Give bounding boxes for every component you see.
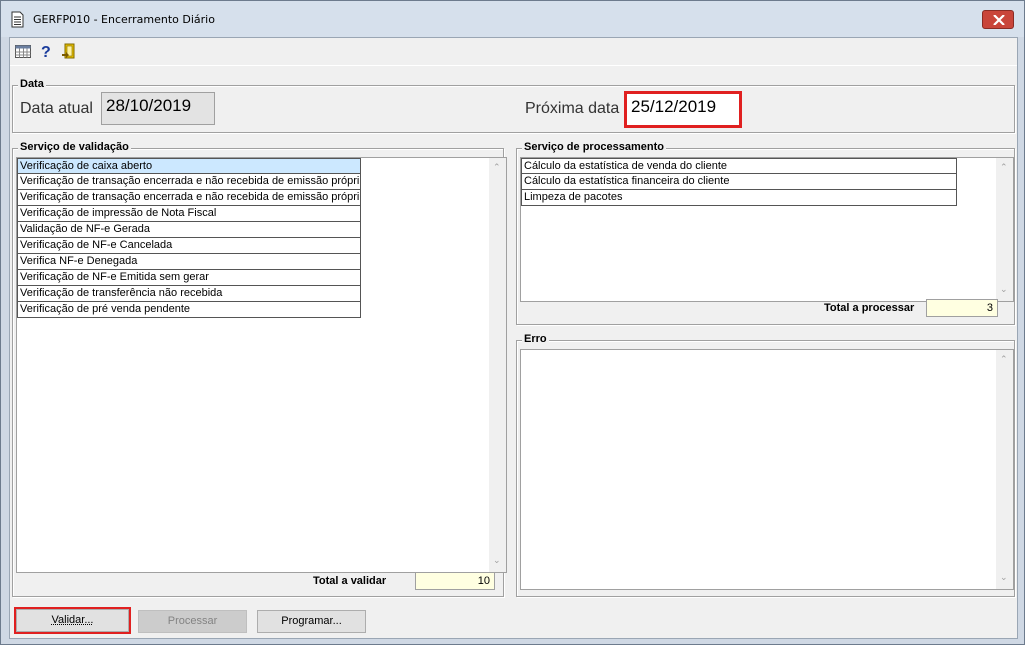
close-icon bbox=[993, 15, 1005, 25]
scroll-up-icon[interactable]: ⌃ bbox=[493, 162, 501, 173]
toolbar: ? bbox=[10, 38, 1017, 66]
scroll-up-icon[interactable]: ⌃ bbox=[1000, 354, 1008, 365]
processing-rows: Cálculo da estatística de venda do clien… bbox=[521, 158, 957, 206]
next-date-input[interactable]: 25/12/2019 bbox=[624, 91, 742, 128]
validar-button[interactable]: Validar... bbox=[14, 607, 131, 634]
help-icon[interactable]: ? bbox=[37, 42, 55, 60]
total-validate-label: Total a validar bbox=[313, 575, 387, 587]
validation-rows: Verificação de caixa aberto Verificação d… bbox=[17, 158, 361, 318]
list-item[interactable]: Verifica NF-e Denegada bbox=[17, 254, 361, 270]
current-date-label: Data atual bbox=[20, 100, 93, 117]
exit-door-icon[interactable] bbox=[60, 42, 78, 60]
list-item[interactable]: Verificação de NF-e Cancelada bbox=[17, 238, 361, 254]
processing-group-label: Serviço de processamento bbox=[522, 141, 667, 153]
scroll-up-icon[interactable]: ⌃ bbox=[1000, 162, 1008, 173]
list-item[interactable]: Verificação de NF-e Emitida sem gerar bbox=[17, 270, 361, 286]
error-textarea[interactable]: ⌃ ⌄ bbox=[520, 349, 1014, 590]
list-item[interactable]: Cálculo da estatística de venda do clien… bbox=[521, 158, 957, 174]
current-date-field: 28/10/2019 bbox=[101, 92, 215, 125]
window-title: GERFP010 - Encerramento Diário bbox=[33, 13, 215, 26]
list-item[interactable]: Verificação de impressão de Nota Fiscal bbox=[17, 206, 361, 222]
document-icon bbox=[11, 11, 24, 28]
client-area: ? Data Data atual 28/10/2019 Próxima dat… bbox=[9, 37, 1018, 639]
validation-group-label: Serviço de validação bbox=[18, 141, 131, 153]
total-validate-value: 10 bbox=[415, 572, 495, 590]
validar-button-label: Validar... bbox=[51, 614, 94, 626]
processing-scrollbar[interactable]: ⌃ ⌄ bbox=[996, 158, 1013, 301]
title-bar[interactable]: GERFP010 - Encerramento Diário bbox=[1, 1, 1024, 37]
list-item[interactable]: Verificação de transação encerrada e não… bbox=[17, 174, 361, 190]
programar-button[interactable]: Programar... bbox=[257, 610, 366, 633]
scroll-down-icon[interactable]: ⌄ bbox=[1000, 284, 1008, 295]
next-date-label: Próxima data bbox=[525, 100, 620, 117]
processar-button[interactable]: Processar bbox=[138, 610, 247, 633]
app-window: GERFP010 - Encerramento Diário ? Data Da… bbox=[0, 0, 1025, 645]
error-scrollbar[interactable]: ⌃ ⌄ bbox=[996, 350, 1013, 589]
scroll-down-icon[interactable]: ⌄ bbox=[1000, 572, 1008, 583]
error-group-label: Erro bbox=[522, 333, 549, 345]
list-item[interactable]: Validação de NF-e Gerada bbox=[17, 222, 361, 238]
list-item[interactable]: Verificação de caixa aberto bbox=[17, 158, 361, 174]
svg-text:?: ? bbox=[41, 44, 51, 60]
list-item[interactable]: Limpeza de pacotes bbox=[521, 190, 957, 206]
validation-scrollbar[interactable]: ⌃ ⌄ bbox=[489, 158, 506, 572]
total-process-value: 3 bbox=[926, 299, 998, 317]
list-item[interactable]: Verificação de pré venda pendente bbox=[17, 302, 361, 318]
list-item[interactable]: Verificação de transferência não recebid… bbox=[17, 286, 361, 302]
list-item[interactable]: Cálculo da estatística financeira do cli… bbox=[521, 174, 957, 190]
list-item[interactable]: Verificação de transação encerrada e não… bbox=[17, 190, 361, 206]
calendar-grid-icon[interactable] bbox=[14, 42, 32, 60]
validation-list[interactable]: Verificação de caixa aberto Verificação d… bbox=[16, 157, 507, 573]
close-button[interactable] bbox=[982, 10, 1014, 29]
processing-list[interactable]: Cálculo da estatística de venda do clien… bbox=[520, 157, 1014, 302]
total-process-label: Total a processar bbox=[824, 302, 915, 314]
scroll-down-icon[interactable]: ⌄ bbox=[493, 555, 501, 566]
data-group-label: Data bbox=[18, 78, 46, 90]
